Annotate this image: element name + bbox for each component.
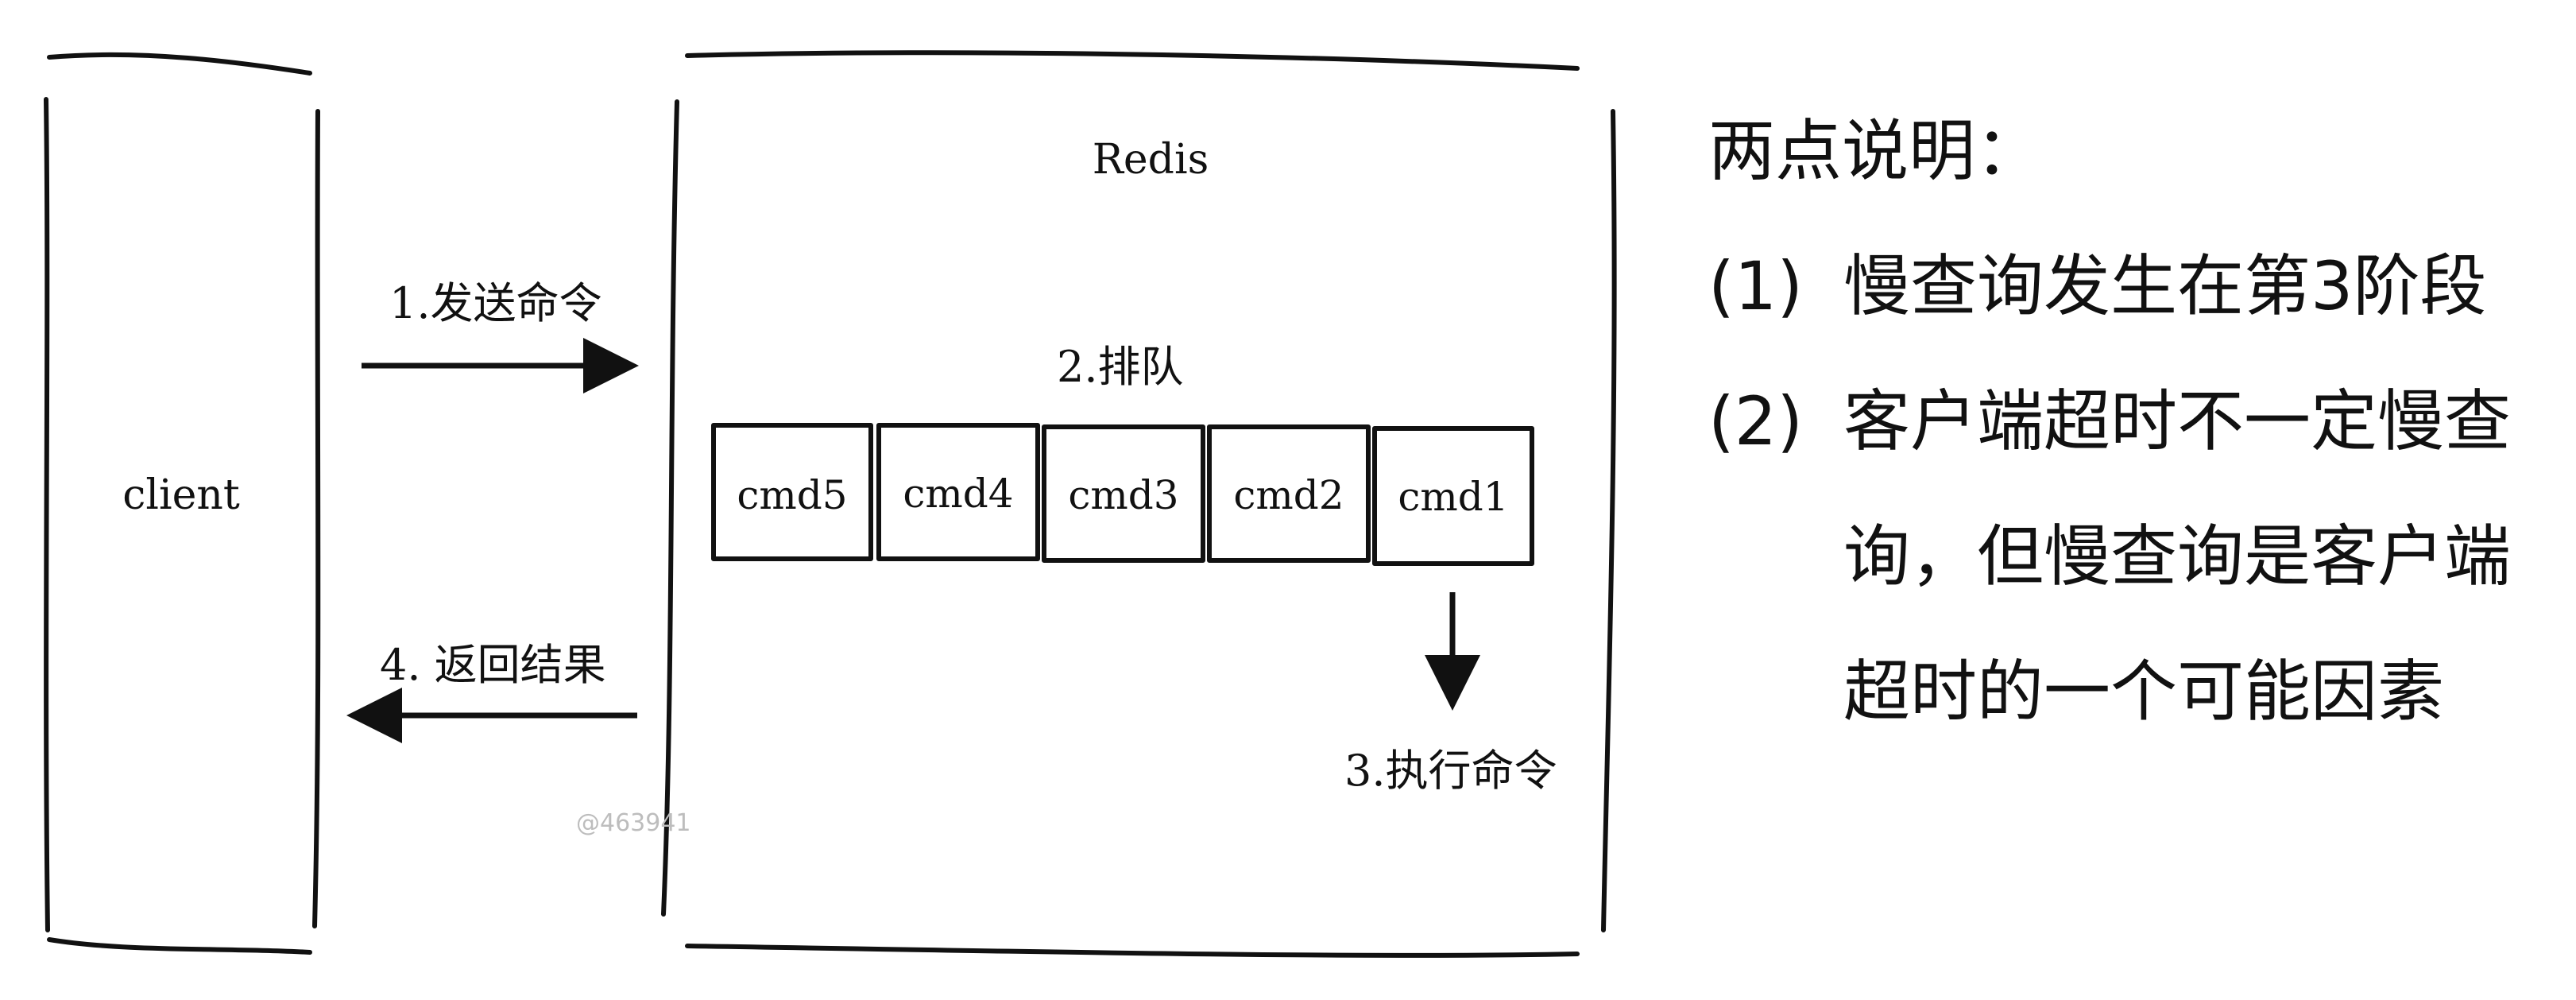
queue-cmd5: cmd5 — [737, 472, 847, 518]
step3-label: 3.执行命令 — [1344, 746, 1557, 796]
redis-label: Redis — [1093, 136, 1209, 184]
watermark: @463941 — [576, 809, 691, 837]
queue-cmd1: cmd1 — [1398, 474, 1508, 520]
note-number: (1) — [1708, 247, 1803, 325]
step2-label: 2.排队 — [1057, 342, 1184, 392]
note-item: (1) 慢查询发生在第3阶段 — [1708, 219, 2570, 354]
queue-cmd3: cmd3 — [1068, 472, 1178, 518]
note-item: (2) 客户端超时不一定慢查询，但慢查询是客户端超时的一个可能因素 — [1708, 354, 2570, 759]
note-number: (2) — [1708, 382, 1803, 460]
notes-panel: 两点说明： (1) 慢查询发生在第3阶段 (2) 客户端超时不一定慢查询，但慢查… — [1708, 83, 2570, 759]
client-label: client — [122, 471, 240, 519]
note-text: 客户端超时不一定慢查询，但慢查询是客户端超时的一个可能因素 — [1843, 382, 2512, 731]
note-text: 慢查询发生在第3阶段 — [1843, 247, 2487, 325]
page: client Redis 1.发送命令 2.排队 cmd5 cmd4 cmd3 … — [0, 0, 2576, 1000]
notes-heading: 两点说明： — [1708, 112, 2043, 190]
step4-label: 4. 返回结果 — [380, 640, 606, 690]
queue-cmd4: cmd4 — [903, 471, 1013, 517]
step1-label: 1.发送命令 — [389, 278, 602, 328]
queue-cmd2: cmd2 — [1233, 472, 1344, 518]
